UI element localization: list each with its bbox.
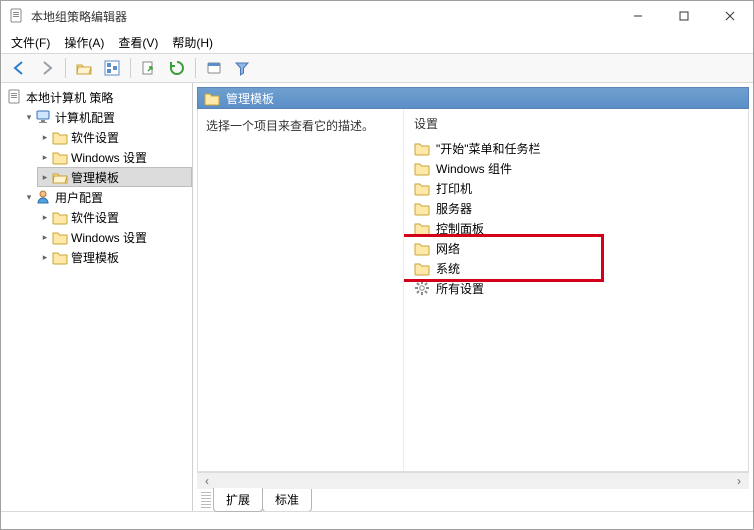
scroll-left-arrow[interactable]: ‹ (199, 474, 215, 489)
tree-root[interactable]: 本地计算机 策略 (5, 87, 192, 107)
expand-icon[interactable]: ▸ (39, 131, 51, 143)
expand-icon[interactable]: ▸ (39, 151, 51, 163)
collapse-icon[interactable]: ▾ (23, 111, 35, 123)
tree-user-windows[interactable]: ▸ Windows 设置 (37, 227, 192, 247)
sidebar-tree[interactable]: 本地计算机 策略 ▾ 计算机配置 ▸ 软件设置 (1, 83, 193, 511)
tab-grip (201, 492, 211, 508)
window-minimize-button[interactable] (615, 1, 661, 31)
export-list-button[interactable] (137, 56, 161, 80)
tree-node-label: 管理模板 (71, 249, 119, 266)
settings-item-label: 所有设置 (436, 280, 484, 297)
settings-item-label: 打印机 (436, 180, 472, 197)
tree-computer-software[interactable]: ▸ 软件设置 (37, 127, 192, 147)
folder-icon (414, 220, 430, 236)
expand-icon[interactable]: ▸ (39, 171, 51, 183)
settings-item-label: "开始"菜单和任务栏 (436, 140, 541, 157)
settings-item[interactable]: "开始"菜单和任务栏 (414, 138, 738, 158)
collapse-icon[interactable]: ▾ (23, 191, 35, 203)
tree-node-label: 管理模板 (71, 169, 119, 186)
folder-up-button[interactable] (72, 56, 96, 80)
titlebar: 本地组策略编辑器 (1, 1, 753, 31)
toolbar-separator (195, 58, 196, 78)
tree-computer-config[interactable]: ▾ 计算机配置 (21, 107, 192, 127)
settings-item[interactable]: 服务器 (414, 198, 738, 218)
folder-icon (414, 160, 430, 176)
tree-user-software[interactable]: ▸ 软件设置 (37, 207, 192, 227)
settings-column-header[interactable]: 设置 (404, 109, 748, 136)
path-label: 管理模板 (226, 90, 274, 107)
menu-view[interactable]: 查看(V) (118, 34, 158, 51)
horizontal-scrollbar[interactable]: ‹ › (197, 472, 749, 489)
tree-user-templates[interactable]: ▸ 管理模板 (37, 247, 192, 267)
settings-item-label: Windows 组件 (436, 160, 512, 177)
window-maximize-button[interactable] (661, 1, 707, 31)
menu-file[interactable]: 文件(F) (11, 34, 50, 51)
folder-icon (52, 149, 68, 165)
statusbar (1, 511, 753, 529)
tree-user-label: 用户配置 (55, 189, 103, 206)
toolbar (1, 53, 753, 83)
tree-user-config[interactable]: ▾ 用户配置 (21, 187, 192, 207)
folder-icon (204, 90, 220, 106)
tree-computer-templates[interactable]: ▸ 管理模板 (37, 167, 192, 187)
toolbar-separator (65, 58, 66, 78)
folder-icon (52, 129, 68, 145)
computer-icon (36, 109, 52, 125)
gear-icon (414, 280, 430, 296)
expand-icon[interactable]: ▸ (39, 231, 51, 243)
settings-item[interactable]: Windows 组件 (414, 158, 738, 178)
tree-node-label: 软件设置 (71, 129, 119, 146)
toolbar-separator (130, 58, 131, 78)
document-icon (7, 89, 23, 105)
settings-list[interactable]: "开始"菜单和任务栏 Windows 组件打印机服务器控制面板网络系统所有设置 (404, 136, 748, 471)
folder-open-icon (52, 169, 68, 185)
settings-item-label: 系统 (436, 260, 460, 277)
folder-icon (414, 240, 430, 256)
view-tabs: 扩展 标准 (193, 489, 753, 511)
tab-extended[interactable]: 扩展 (213, 488, 263, 512)
folder-icon (414, 180, 430, 196)
settings-item-label: 网络 (436, 240, 460, 257)
tree-computer-windows[interactable]: ▸ Windows 设置 (37, 147, 192, 167)
tree-computer-label: 计算机配置 (55, 109, 115, 126)
menu-help[interactable]: 帮助(H) (172, 34, 213, 51)
tree-node-label: Windows 设置 (71, 229, 147, 246)
folder-icon (414, 140, 430, 156)
nav-forward-button[interactable] (35, 56, 59, 80)
description-text: 选择一个项目来查看它的描述。 (206, 119, 374, 133)
settings-item-label: 控制面板 (436, 220, 484, 237)
settings-item[interactable]: 系统 (414, 258, 738, 278)
settings-item[interactable]: 控制面板 (414, 218, 738, 238)
settings-item[interactable]: 打印机 (414, 178, 738, 198)
tree-root-label: 本地计算机 策略 (26, 89, 113, 106)
expand-icon[interactable]: ▸ (39, 251, 51, 263)
folder-icon (414, 260, 430, 276)
settings-item-label: 服务器 (436, 200, 472, 217)
folder-icon (52, 249, 68, 265)
settings-item[interactable]: 所有设置 (414, 278, 738, 298)
tree-node-label: 软件设置 (71, 209, 119, 226)
folder-icon (52, 229, 68, 245)
folder-icon (52, 209, 68, 225)
scroll-right-arrow[interactable]: › (731, 474, 747, 489)
menubar: 文件(F) 操作(A) 查看(V) 帮助(H) (1, 31, 753, 53)
app-icon (9, 8, 25, 24)
window-title: 本地组策略编辑器 (31, 8, 127, 25)
expand-icon[interactable]: ▸ (39, 211, 51, 223)
folder-icon (414, 200, 430, 216)
tree-toggle-button[interactable] (100, 56, 124, 80)
tree-node-label: Windows 设置 (71, 149, 147, 166)
description-panel: 选择一个项目来查看它的描述。 (198, 109, 403, 471)
tab-standard[interactable]: 标准 (262, 489, 312, 512)
path-banner: 管理模板 (197, 87, 749, 109)
properties-button[interactable] (202, 56, 226, 80)
refresh-button[interactable] (165, 56, 189, 80)
user-icon (36, 189, 52, 205)
settings-item[interactable]: 网络 (414, 238, 738, 258)
filter-button[interactable] (230, 56, 254, 80)
menu-action[interactable]: 操作(A) (64, 34, 104, 51)
window-close-button[interactable] (707, 1, 753, 31)
nav-back-button[interactable] (7, 56, 31, 80)
